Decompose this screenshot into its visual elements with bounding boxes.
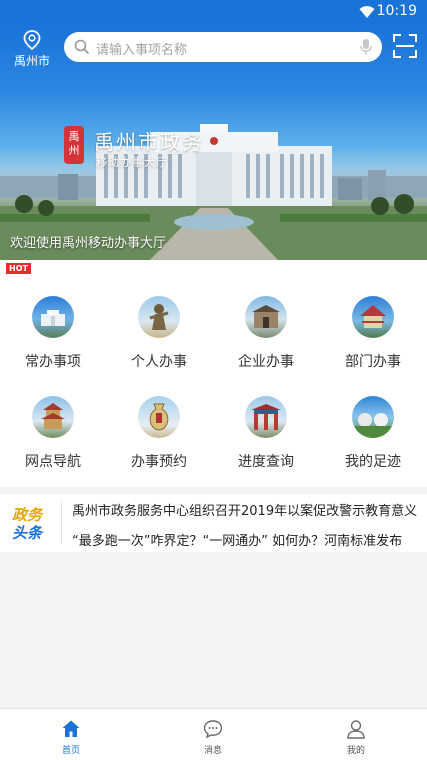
- service-label: 进度查询: [238, 454, 294, 470]
- service-outlet-navigation[interactable]: 网点导航: [0, 396, 106, 488]
- tab-label: 消息: [203, 746, 222, 756]
- news-divider: [61, 502, 62, 544]
- service-enterprise[interactable]: 企业办事: [213, 296, 319, 388]
- banner-subtitle: 移动办事大厅: [96, 156, 168, 169]
- archway-icon: [245, 396, 287, 438]
- news-ticker[interactable]: 政务 头条 禹州市政务服务中心组织召开2019年以案促改警示教育意义 “最多跑一…: [0, 494, 427, 552]
- service-label: 部门办事: [345, 354, 401, 370]
- search-bar[interactable]: 请输入事项名称: [64, 32, 382, 62]
- statue-icon: [138, 296, 180, 338]
- location-city: 禹州市: [13, 54, 50, 68]
- service-progress-query[interactable]: 进度查询: [213, 396, 319, 488]
- status-bar: 10:19: [0, 0, 427, 24]
- banner-caption: 欢迎使用禹州移动办事大厅: [10, 236, 167, 251]
- banner-title: 禹州市政务: [94, 130, 204, 154]
- home-icon: [62, 720, 80, 737]
- gate-icon: [245, 296, 287, 338]
- news-logo-bottom: 头条: [12, 524, 43, 542]
- service-label: 企业办事: [238, 354, 294, 370]
- microphone-icon[interactable]: [360, 38, 372, 56]
- location-pin-icon: [23, 30, 41, 50]
- status-time: 10:19: [376, 3, 417, 19]
- location-selector[interactable]: 禹州市: [12, 30, 52, 69]
- search-icon: [74, 39, 90, 55]
- chat-bubble-icon: [203, 720, 223, 739]
- service-appointment[interactable]: 办事预约: [106, 396, 212, 488]
- scan-icon[interactable]: [393, 34, 417, 58]
- park-icon: [352, 396, 394, 438]
- search-input[interactable]: 请输入事项名称: [96, 39, 187, 58]
- vase-icon: [138, 396, 180, 438]
- tab-profile[interactable]: 我的: [285, 709, 427, 760]
- service-frequent[interactable]: 常办事项: [0, 296, 106, 388]
- tab-home[interactable]: 首页: [0, 709, 142, 760]
- news-item[interactable]: 禹州市政务服务中心组织召开2019年以案促改警示教育意义: [72, 500, 417, 519]
- service-label: 我的足迹: [345, 454, 401, 470]
- banner-seal: 禹州: [64, 126, 84, 164]
- banner-title-group: 禹州 禹州市政务 移动办事大厅: [62, 124, 232, 176]
- service-grid: 常办事项 个人办事 企业办事 部门办事 网点导航 办事预约 进度查询 我的足迹: [0, 260, 427, 487]
- user-icon: [347, 720, 365, 739]
- building-icon: [32, 296, 74, 338]
- news-logo: 政务 头条: [12, 506, 42, 542]
- service-label: 办事预约: [131, 454, 187, 470]
- tab-label: 我的: [346, 746, 365, 756]
- service-personal[interactable]: 个人办事: [106, 296, 212, 388]
- tab-messages[interactable]: 消息: [142, 709, 284, 760]
- service-label: 网点导航: [25, 454, 81, 470]
- news-item[interactable]: “最多跑一次”咋界定？“一网通办” 如何办？河南标准发布: [72, 530, 402, 549]
- service-department[interactable]: 部门办事: [320, 296, 426, 388]
- service-my-footprint[interactable]: 我的足迹: [320, 396, 426, 488]
- tower-icon: [32, 396, 74, 438]
- service-label: 个人办事: [131, 354, 187, 370]
- news-logo-top: 政务: [12, 506, 43, 524]
- service-grid-section: 常办事项 个人办事 企业办事 部门办事 网点导航 办事预约 进度查询 我的足迹 …: [0, 260, 427, 487]
- hot-badge: HOT: [6, 263, 31, 274]
- tab-label: 首页: [61, 746, 80, 756]
- wifi-icon: [359, 6, 375, 18]
- pavilion-icon: [352, 296, 394, 338]
- bottom-tab-bar: 首页 消息 我的: [0, 708, 427, 760]
- service-label: 常办事项: [25, 354, 81, 370]
- hero-banner[interactable]: 禹州市 请输入事项名称 禹州 禹州市政务 移动办事大厅 欢迎使用禹州移动办事大厅: [0, 24, 427, 260]
